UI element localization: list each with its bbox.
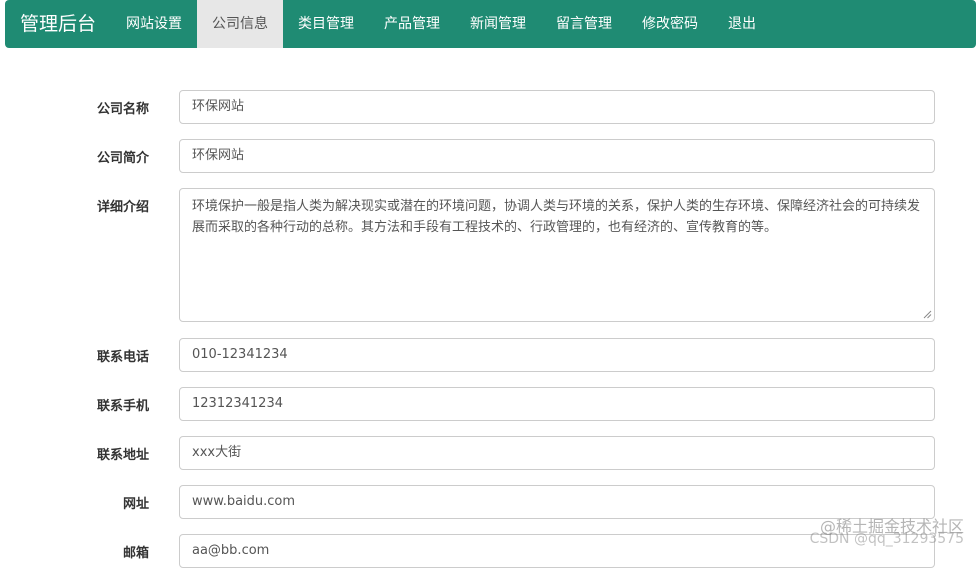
company-info-form: 公司名称 环保网站 公司简介 环保网站 详细介绍 环境保护一般是指人类为解决现实…	[0, 90, 978, 583]
top-navbar: 管理后台 网站设置 公司信息 类目管理 产品管理 新闻管理 留言管理 修改密码 …	[5, 0, 976, 48]
address-input[interactable]: xxx大街	[179, 436, 935, 470]
email-label: 邮箱	[123, 542, 149, 561]
phone-input[interactable]: 010-12341234	[179, 338, 935, 372]
nav-item-category-management[interactable]: 类目管理	[283, 0, 369, 48]
detail-textarea[interactable]: 环境保护一般是指人类为解决现实或潜在的环境问题，协调人类与环境的关系，保护人类的…	[179, 188, 935, 322]
resize-grip-icon[interactable]	[923, 310, 932, 319]
form-row-company-summary: 公司简介 环保网站	[0, 139, 978, 188]
nav-item-change-password[interactable]: 修改密码	[627, 0, 713, 48]
form-row-email: 邮箱 aa@bb.com	[0, 534, 978, 583]
brand-title[interactable]: 管理后台	[5, 0, 111, 48]
nav-item-product-management[interactable]: 产品管理	[369, 0, 455, 48]
nav-item-site-settings[interactable]: 网站设置	[111, 0, 197, 48]
nav-item-company-info[interactable]: 公司信息	[197, 0, 283, 48]
mobile-label: 联系手机	[97, 395, 149, 414]
email-input[interactable]: aa@bb.com	[179, 534, 935, 568]
company-name-label: 公司名称	[97, 98, 149, 117]
nav-item-message-management[interactable]: 留言管理	[541, 0, 627, 48]
form-row-detail: 详细介绍 环境保护一般是指人类为解决现实或潜在的环境问题，协调人类与环境的关系，…	[0, 188, 978, 338]
form-row-address: 联系地址 xxx大街	[0, 436, 978, 485]
company-summary-label: 公司简介	[97, 147, 149, 166]
phone-label: 联系电话	[97, 346, 149, 365]
detail-label: 详细介绍	[97, 196, 149, 215]
nav-item-logout[interactable]: 退出	[713, 0, 771, 48]
company-name-input[interactable]: 环保网站	[179, 90, 935, 124]
main-nav: 网站设置 公司信息 类目管理 产品管理 新闻管理 留言管理 修改密码 退出	[111, 0, 771, 48]
company-summary-input[interactable]: 环保网站	[179, 139, 935, 173]
nav-item-news-management[interactable]: 新闻管理	[455, 0, 541, 48]
website-label: 网址	[123, 493, 149, 512]
form-row-phone: 联系电话 010-12341234	[0, 338, 978, 387]
detail-text: 环境保护一般是指人类为解决现实或潜在的环境问题，协调人类与环境的关系，保护人类的…	[192, 199, 920, 235]
website-input[interactable]: www.baidu.com	[179, 485, 935, 519]
form-row-company-name: 公司名称 环保网站	[0, 90, 978, 139]
form-row-website: 网址 www.baidu.com	[0, 485, 978, 534]
address-label: 联系地址	[97, 444, 149, 463]
mobile-input[interactable]: 12312341234	[179, 387, 935, 421]
form-row-mobile: 联系手机 12312341234	[0, 387, 978, 436]
